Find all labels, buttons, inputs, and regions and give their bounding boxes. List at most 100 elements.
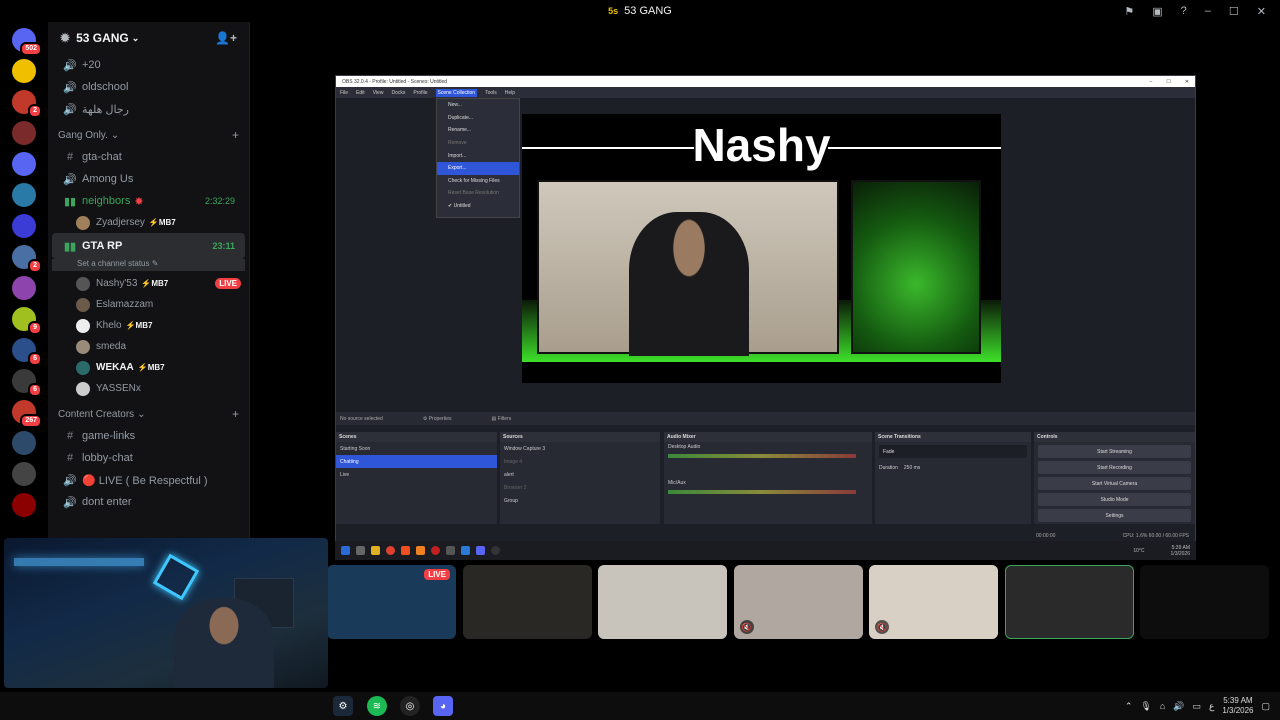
category-content-creators[interactable]: Content Creators ⌄ +: [48, 403, 249, 425]
source-item[interactable]: alert: [500, 468, 660, 481]
duration-input[interactable]: 250 ms: [904, 465, 920, 471]
tile-nashy-stream[interactable]: LIVE: [327, 565, 456, 639]
transition-select[interactable]: Fade: [879, 445, 1027, 458]
menu-item[interactable]: New...: [437, 99, 519, 112]
server-icon-server-2[interactable]: 2: [12, 90, 42, 118]
voice-channel-gta-rp[interactable]: ▮▮ GTA RP 23:11: [52, 233, 245, 259]
menu-help[interactable]: Help: [505, 90, 515, 96]
minimize-icon[interactable]: –: [1205, 5, 1211, 17]
server-icon-server-9[interactable]: 9: [12, 307, 42, 335]
scene-item[interactable]: Chatting: [336, 455, 497, 468]
maximize-icon[interactable]: ☐: [1166, 79, 1170, 85]
menu-scene-collection[interactable]: Scene Collection: [435, 88, 478, 97]
tile-user-3[interactable]: [598, 565, 727, 639]
menu-item[interactable]: Export...: [437, 161, 519, 175]
server-icon-server-15[interactable]: [12, 493, 36, 517]
channel--[interactable]: 🔊 رجال هلهة: [52, 98, 245, 120]
control-button[interactable]: Start Recording: [1038, 461, 1191, 474]
menu-profile[interactable]: Profile: [413, 90, 427, 96]
channel-oldschool[interactable]: 🔊 oldschool: [52, 76, 245, 98]
voice-user[interactable]: Khelo ⚡MB7: [48, 315, 249, 336]
server-icon-server-11[interactable]: 6: [12, 369, 42, 397]
server-icon-dm-home[interactable]: 502: [12, 28, 42, 56]
channel-lobby-chat[interactable]: # lobby-chat: [52, 447, 245, 469]
steam-icon[interactable]: ⚙: [333, 696, 353, 716]
server-icon-server-3[interactable]: [12, 121, 36, 145]
channel--live-be-respectful-[interactable]: 🔊 🔴 LIVE ( Be Respectful ): [52, 469, 245, 491]
tile-user-6[interactable]: [1004, 565, 1134, 639]
menu-view[interactable]: View: [373, 90, 384, 96]
mic-icon[interactable]: 🎙: [1140, 701, 1151, 712]
menu-tools[interactable]: Tools: [485, 90, 497, 96]
maximize-icon[interactable]: ☐: [1229, 5, 1239, 18]
volume-slider[interactable]: [668, 490, 856, 494]
source-item[interactable]: Browser 2: [500, 481, 660, 494]
tile-user-2[interactable]: [462, 565, 592, 639]
server-icon-server-4[interactable]: [12, 152, 36, 176]
spotify-icon[interactable]: ≋: [367, 696, 387, 716]
source-item[interactable]: Image 4: [500, 455, 660, 468]
server-icon-53-gang[interactable]: [12, 59, 36, 83]
battery-icon[interactable]: ▭: [1192, 701, 1201, 712]
network-icon[interactable]: ⌂: [1160, 701, 1165, 711]
scene-item[interactable]: Starting Soon: [336, 442, 497, 455]
menu-docks[interactable]: Docks: [391, 90, 405, 96]
server-icon-server-7[interactable]: 2: [12, 245, 42, 273]
menu-edit[interactable]: Edit: [356, 90, 365, 96]
voice-user[interactable]: Zyadjersey ⚡MB7: [48, 212, 249, 233]
voice-user[interactable]: YASSENx: [48, 378, 249, 399]
notification-icon[interactable]: ▢: [1261, 701, 1270, 712]
channel-dont-enter[interactable]: 🔊 dont enter: [52, 491, 245, 513]
voice-user[interactable]: WEKAA ⚡MB7: [48, 357, 249, 378]
taskbar-clock[interactable]: 5:39 AM 1/3/2026: [1222, 696, 1253, 716]
volume-slider[interactable]: [668, 454, 856, 458]
server-icon-server-5[interactable]: [12, 183, 36, 207]
server-icon-server-14[interactable]: [12, 462, 36, 486]
tile-user-4[interactable]: 🔇: [733, 565, 863, 639]
menu-item[interactable]: Rename...: [437, 124, 519, 137]
source-item[interactable]: Window Capture 3: [500, 442, 660, 455]
source-item[interactable]: Group: [500, 494, 660, 507]
server-icon-server-10[interactable]: 6: [12, 338, 42, 366]
channel-status[interactable]: Set a channel status ✎: [52, 259, 245, 271]
menu-item[interactable]: Reset Base Resolution: [437, 187, 519, 200]
menu-item[interactable]: Remove: [437, 137, 519, 150]
channel-among-us[interactable]: 🔊 Among Us: [52, 168, 245, 190]
volume-icon[interactable]: 🔊: [1173, 701, 1184, 712]
add-channel-icon[interactable]: +: [232, 128, 239, 142]
language-indicator[interactable]: ع: [1209, 701, 1214, 712]
menu-item[interactable]: Duplicate...: [437, 112, 519, 125]
obs-icon[interactable]: ◎: [400, 696, 420, 716]
server-icon-server-6[interactable]: [12, 214, 36, 238]
chevron-up-icon[interactable]: ⌃: [1125, 701, 1133, 712]
obs-window[interactable]: OBS 32.0.4 - Profile: Untitled - Scenes:…: [335, 75, 1196, 560]
control-button[interactable]: Start Streaming: [1038, 445, 1191, 458]
voice-channel-neighbors[interactable]: ▮▮ neighbors ✸ 2:32:29: [52, 190, 245, 212]
control-button[interactable]: Start Virtual Camera: [1038, 477, 1191, 490]
channel-game-links[interactable]: # game-links: [52, 425, 245, 447]
filters-button[interactable]: ▤ Filters: [491, 416, 511, 422]
control-button[interactable]: Settings: [1038, 509, 1191, 522]
add-channel-icon[interactable]: +: [232, 407, 239, 421]
server-icon-server-13[interactable]: [12, 431, 36, 455]
server-icon-server-8[interactable]: [12, 276, 36, 300]
voice-user[interactable]: Eslamazzam: [48, 294, 249, 315]
menu-item[interactable]: ✔ Untitled: [437, 200, 519, 213]
channel--20[interactable]: 🔊 +20: [52, 54, 245, 76]
help-icon[interactable]: ?: [1181, 5, 1187, 17]
close-icon[interactable]: ✕: [1185, 79, 1189, 85]
properties-button[interactable]: ⚙ Properties: [423, 416, 452, 422]
channel-gta-chat[interactable]: # gta-chat: [52, 146, 245, 168]
tile-user-7[interactable]: [1140, 565, 1269, 639]
scene-item[interactable]: Live: [336, 468, 497, 481]
minimize-icon[interactable]: –: [1150, 79, 1153, 85]
menu-item[interactable]: Import...: [437, 149, 519, 162]
server-header[interactable]: ✹ 53 GANG ⌄ 👤+: [48, 22, 249, 54]
menu-file[interactable]: File: [340, 90, 348, 96]
category-gang-only[interactable]: Gang Only. ⌄ +: [48, 124, 249, 146]
menu-item[interactable]: Check for Missing Files: [437, 175, 519, 188]
close-icon[interactable]: ✕: [1257, 5, 1266, 18]
discord-icon[interactable]: ◕: [433, 696, 453, 716]
voice-user[interactable]: Nashy'53 ⚡MB7 LIVE: [48, 273, 249, 294]
control-button[interactable]: Studio Mode: [1038, 493, 1191, 506]
